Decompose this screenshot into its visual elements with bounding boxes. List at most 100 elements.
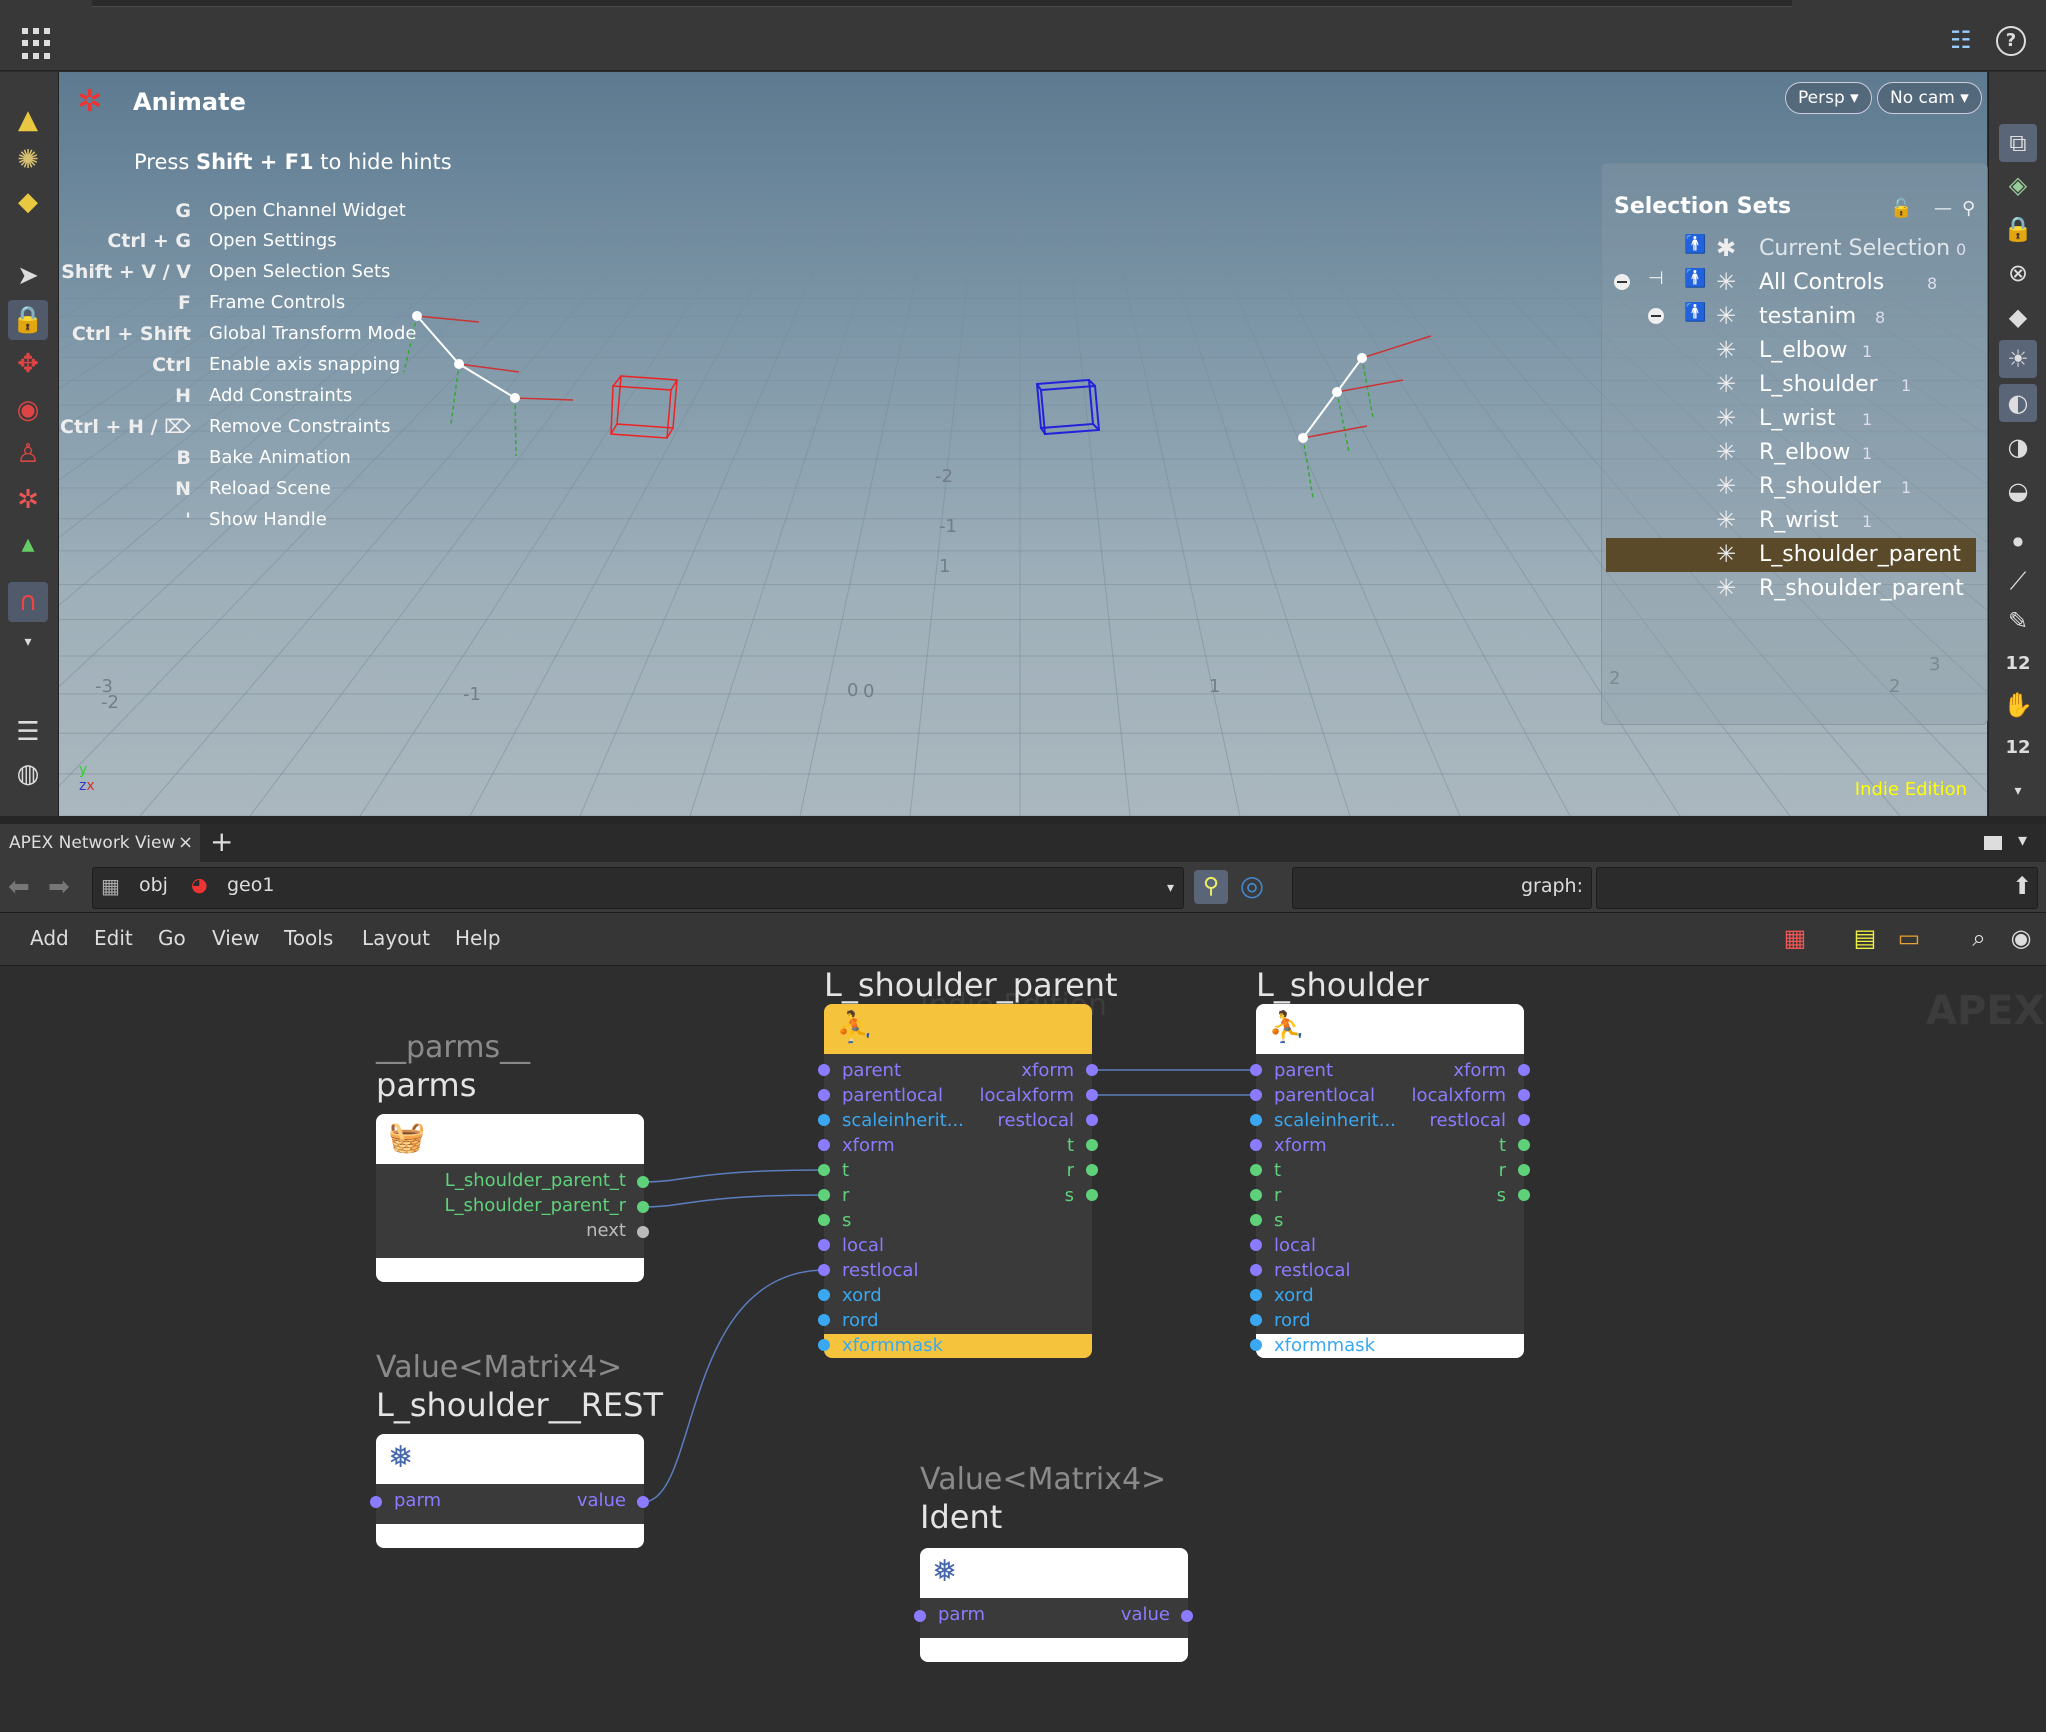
display-options-icon[interactable]: ☰ xyxy=(8,712,48,752)
graph-input[interactable] xyxy=(1596,867,2038,909)
port-in[interactable]: s xyxy=(842,1210,851,1231)
port-dot[interactable] xyxy=(637,1176,649,1188)
points-mode-icon[interactable]: ✺ xyxy=(8,140,48,180)
port-dot[interactable] xyxy=(1250,1164,1262,1176)
port-dot[interactable] xyxy=(818,1339,830,1351)
template-icon[interactable]: ◒ xyxy=(1999,472,2037,510)
minimize-icon[interactable]: — xyxy=(1934,198,1952,219)
port-in[interactable]: xform xyxy=(842,1135,895,1156)
network-editor[interactable]: APEX Indie Edition __parms__ parms 🧺 L_s… xyxy=(0,966,2046,1732)
pane-splitter[interactable] xyxy=(0,816,2046,824)
port-in[interactable]: xformmask xyxy=(842,1335,943,1356)
close-tab-icon[interactable]: × xyxy=(178,824,193,862)
wire-rest-restlocal[interactable] xyxy=(642,1269,827,1503)
menu-view[interactable]: View xyxy=(212,926,259,950)
chevron-down-icon[interactable]: ▾ xyxy=(1999,772,2037,810)
breadcrumb-geo1[interactable]: geo1 xyxy=(227,874,274,896)
chevron-down-icon[interactable]: ▾ xyxy=(2018,830,2027,851)
port-in[interactable]: xformmask xyxy=(1274,1335,1375,1356)
port-dot[interactable] xyxy=(637,1226,649,1238)
port-dot[interactable] xyxy=(637,1201,649,1213)
eye-icon[interactable]: ◉ xyxy=(2006,923,2036,953)
port-dot[interactable] xyxy=(818,1164,830,1176)
port-dot[interactable] xyxy=(818,1239,830,1251)
port-dot[interactable] xyxy=(1250,1114,1262,1126)
port-out[interactable]: restlocal xyxy=(1430,1110,1506,1131)
menu-add[interactable]: Add xyxy=(30,926,69,950)
node-parms[interactable]: 🧺 L_shoulder_parent_t L_shoulder_parent_… xyxy=(376,1114,644,1282)
port-dot[interactable] xyxy=(637,1496,649,1508)
wire-parms-r[interactable] xyxy=(642,1194,827,1208)
wire-parms-t[interactable] xyxy=(642,1169,827,1183)
red-cube-control[interactable] xyxy=(610,375,678,439)
forward-arrow-icon[interactable]: ➡ xyxy=(48,872,70,902)
menu-help[interactable]: Help xyxy=(455,926,501,950)
port-dot[interactable] xyxy=(818,1264,830,1276)
select-arrow-icon[interactable]: ➤ xyxy=(8,256,48,296)
camera-menu-button[interactable]: No cam ▾ xyxy=(1877,82,1982,114)
pane-layout-icon[interactable] xyxy=(1984,836,2002,850)
port-dot[interactable] xyxy=(1086,1089,1098,1101)
selection-set-row[interactable]: ✳ R_wrist 1 xyxy=(1602,504,1987,538)
menu-edit[interactable]: Edit xyxy=(94,926,133,950)
port-in[interactable]: r xyxy=(1274,1185,1281,1206)
transform-handle-icon[interactable]: ✥ xyxy=(8,344,48,384)
port-dot[interactable] xyxy=(1250,1264,1262,1276)
network-box-icon[interactable]: ▭ xyxy=(1894,923,1924,953)
port-in[interactable]: parentlocal xyxy=(1274,1085,1375,1106)
handle-tool-icon[interactable]: ▴ xyxy=(8,524,48,564)
hand-icon[interactable]: ✋ xyxy=(1999,686,2037,724)
tab-apex-network-view[interactable]: APEX Network View xyxy=(0,824,200,862)
port-in[interactable]: xform xyxy=(1274,1135,1327,1156)
port-dot[interactable] xyxy=(818,1064,830,1076)
persp-menu-button[interactable]: Persp ▾ xyxy=(1785,82,1872,114)
selection-set-row[interactable]: ✳ L_shoulder_parent xyxy=(1606,538,1976,572)
port-dot[interactable] xyxy=(1250,1289,1262,1301)
port-dot[interactable] xyxy=(1250,1214,1262,1226)
search-icon[interactable]: ⌕ xyxy=(1964,923,1994,953)
port-dot[interactable] xyxy=(818,1114,830,1126)
port-out[interactable]: s xyxy=(1065,1185,1074,1206)
port-in[interactable]: local xyxy=(842,1235,884,1256)
port-dot[interactable] xyxy=(1518,1089,1530,1101)
frame-step-icon[interactable]: 12 xyxy=(1999,728,2037,766)
port-dot[interactable] xyxy=(1250,1314,1262,1326)
port-dot[interactable] xyxy=(914,1610,926,1622)
port-in[interactable]: scaleinherit... xyxy=(842,1110,964,1131)
port-dot[interactable] xyxy=(818,1089,830,1101)
node-l-shoulder[interactable]: ⛹ parent parentlocal scaleinherit... xform t… xyxy=(1256,1004,1524,1358)
port-in[interactable]: xord xyxy=(842,1285,882,1306)
user-settings-icon[interactable]: ☷ xyxy=(1950,26,1980,56)
port-in[interactable]: t xyxy=(1274,1160,1281,1181)
object-mode-icon[interactable]: ▲ xyxy=(8,100,48,140)
port-dot[interactable] xyxy=(1086,1114,1098,1126)
port-out[interactable]: xform xyxy=(1453,1060,1506,1081)
menu-tools[interactable]: Tools xyxy=(284,926,333,950)
port-dot[interactable] xyxy=(370,1496,382,1508)
menu-go[interactable]: Go xyxy=(158,926,186,950)
ghost-icon[interactable]: ◈ xyxy=(1999,166,2037,204)
selection-set-row[interactable]: ✳ L_shoulder 1 xyxy=(1602,368,1987,402)
port-dot[interactable] xyxy=(1250,1189,1262,1201)
sticky-note-icon[interactable]: ▤ xyxy=(1850,923,1880,953)
port-in[interactable]: parent xyxy=(1274,1060,1333,1081)
port-dot[interactable] xyxy=(1250,1089,1262,1101)
path-dropdown-icon[interactable]: ▾ xyxy=(1167,880,1174,896)
point-display-icon[interactable]: ● xyxy=(1999,522,2037,560)
selection-set-row[interactable]: ✳ L_wrist 1 xyxy=(1602,402,1987,436)
port-out[interactable]: L_shoulder_parent_t xyxy=(445,1170,626,1191)
port-out[interactable]: L_shoulder_parent_r xyxy=(444,1195,626,1216)
cancel-icon[interactable]: ⊗ xyxy=(1999,254,2037,292)
display-layers-icon[interactable]: ⧉ xyxy=(1999,124,2037,162)
port-out[interactable]: t xyxy=(1067,1135,1074,1156)
selection-set-row[interactable]: 🚹 ✱ Current Selection 0 xyxy=(1602,232,1987,266)
color-palette-icon[interactable]: ▦ xyxy=(1780,923,1810,953)
right-arm-rig[interactable] xyxy=(1298,335,1432,499)
breadcrumb-obj[interactable]: obj xyxy=(139,874,168,896)
frame-number-icon[interactable]: 12 xyxy=(1999,644,2037,682)
visibility-icon[interactable]: ◑ xyxy=(1999,428,2037,466)
port-in[interactable]: parm xyxy=(394,1490,441,1511)
port-out[interactable]: value xyxy=(577,1490,626,1511)
port-dot[interactable] xyxy=(818,1214,830,1226)
port-in[interactable]: parent xyxy=(842,1060,901,1081)
